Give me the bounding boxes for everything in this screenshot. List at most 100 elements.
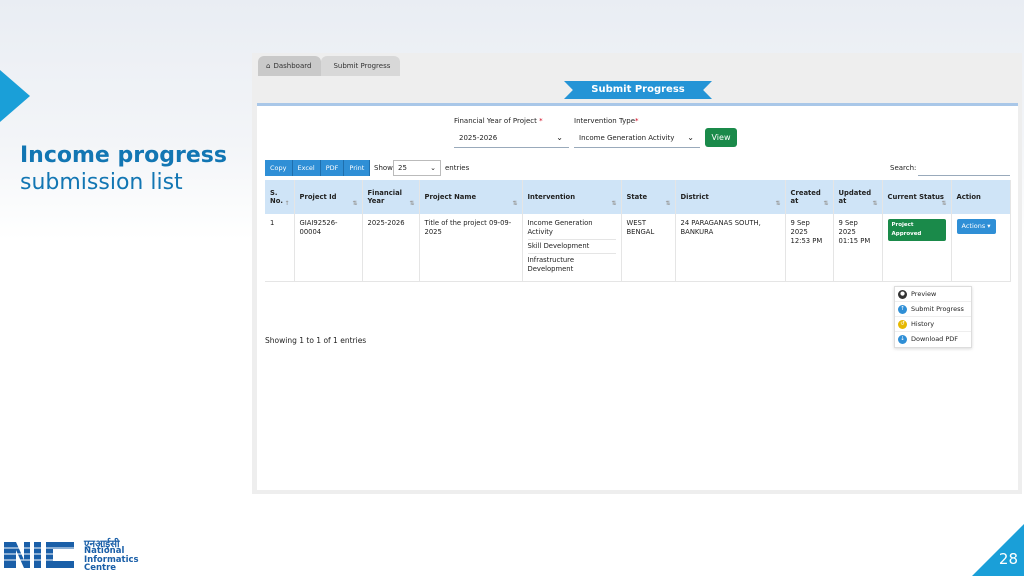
download-icon: ↓ [898,335,907,344]
status-badge: Project Approved [887,219,946,241]
intervention-item: Infrastructure Development [527,256,575,273]
fy-select[interactable]: 2025-2026 ⌄ [454,128,569,148]
cell-created-at: 9 Sep 2025 12:53 PM [785,214,834,282]
search-label: Search: [890,164,917,172]
menu-item-label: Download PDF [911,335,959,343]
page-heading: Submit Progress [564,81,712,99]
sort-icon: ⇅ [409,200,415,207]
breadcrumb-dashboard[interactable]: ⌂ Dashboard [258,56,322,76]
slide-title-light: submission list [20,170,183,195]
chevron-down-icon: ⌄ [430,164,436,172]
column-header-label: State [626,193,648,201]
column-header-label: District [680,193,709,201]
intervention-label-text: Intervention Type [574,117,636,125]
show-label: Show [374,164,393,172]
chevron-down-icon: ⌄ [556,133,563,142]
entries-label: entries [445,164,470,172]
intervention-select-value: Income Generation Activity [579,134,675,142]
cell-updated-at: 9 Sep 2025 01:15 PM [833,214,883,282]
table-row: 1 GIAI92526-00004 2025-2026 Title of the… [265,214,1011,282]
actions-menu: ● Preview ↑ Submit Progress ↺ History ↓ … [894,286,972,348]
sort-icon: ⇅ [823,200,829,207]
actions-dropdown-button[interactable]: Actions ▾ [956,219,996,234]
menu-item-preview[interactable]: ● Preview [895,287,971,302]
column-header-label: Project Name [424,193,477,201]
column-header-financial-year[interactable]: Financial Year ⇅ [362,180,420,214]
excel-button[interactable]: Excel [292,160,321,176]
column-header-label: Intervention [527,193,576,201]
intervention-required-marker: * [635,117,639,125]
column-header-label: Project Id [299,193,337,201]
menu-item-download-pdf[interactable]: ↓ Download PDF [895,332,971,347]
history-icon: ↺ [898,319,907,329]
menu-item-label: History [911,319,935,328]
column-header-label: S. No. [270,189,283,205]
slide-title: Income progress submission list [20,142,240,196]
home-icon: ⌂ [266,62,271,70]
column-header-label: Created at [790,189,821,205]
sort-icon: ⇅ [512,200,518,207]
column-header-state[interactable]: State ⇅ [621,180,676,214]
intervention-item: Skill Development [527,240,616,254]
intervention-label: Intervention Type* [574,117,639,125]
eye-icon: ● [898,289,907,299]
fy-select-value: 2025-2026 [459,134,498,142]
column-header-district[interactable]: District ⇅ [675,180,786,214]
cell-action: Actions ▾ [951,214,1011,282]
breadcrumb-submit-progress[interactable]: Submit Progress [321,56,401,76]
cell-sno: 1 [265,214,295,282]
cell-status: Project Approved [882,214,952,282]
intervention-item: Income Generation Activity [527,217,616,240]
nic-logo-mark [4,542,76,568]
fy-required-marker: * [539,117,543,125]
sort-icon: ⇅ [872,200,878,207]
content-panel: Financial Year of Project * 2025-2026 ⌄ … [257,103,1018,490]
nic-logo-line3: Centre [84,563,117,573]
nic-logo: एनआईसी National Informatics Centre [4,536,139,572]
column-header-created-at[interactable]: Created at ⇅ [785,180,834,214]
column-header-action: Action [951,180,1011,214]
column-header-label: Updated at [838,189,872,205]
sort-icon: ⇅ [611,200,617,207]
menu-item-submit-progress[interactable]: ↑ Submit Progress [895,302,971,317]
sort-icon: ⇅ [352,200,358,207]
fy-label-text: Financial Year of Project [454,117,537,125]
column-header-label: Action [956,193,981,201]
pdf-button[interactable]: PDF [320,160,345,176]
cell-financial-year: 2025-2026 [362,214,420,282]
copy-button[interactable]: Copy [265,160,293,176]
menu-item-history[interactable]: ↺ History [895,317,971,332]
column-header-updated-at[interactable]: Updated at ⇅ [833,180,883,214]
sort-icon: ⇅ [665,200,671,207]
search-input[interactable] [918,160,1010,176]
upload-icon: ↑ [898,304,907,314]
cell-state: WEST BENGAL [621,214,676,282]
column-header-project-id[interactable]: Project Id ⇅ [294,180,363,214]
breadcrumb: ⌂ Dashboard Submit Progress [258,56,401,76]
cell-district: 24 PARAGANAS SOUTH, BANKURA [675,214,786,282]
column-header-current-status[interactable]: Current Status ⇅ [882,180,952,214]
table-header-row: S. No. ↑ Project Id ⇅ Financial Year ⇅ Proj… [265,180,1011,214]
sort-icon: ↑ [284,200,290,207]
column-header-sno[interactable]: S. No. ↑ [265,180,295,214]
cell-intervention: Income Generation Activity Skill Develop… [522,214,622,282]
breadcrumb-dashboard-label: Dashboard [273,62,312,70]
page-length-select[interactable]: 25 ⌄ [393,160,441,176]
nic-logo-english: National Informatics Centre [84,547,139,573]
column-header-project-name[interactable]: Project Name ⇅ [419,180,523,214]
app-screenshot: ⌂ Dashboard Submit Progress Submit Progre… [252,53,1022,494]
view-button[interactable]: View [705,128,737,147]
fy-label: Financial Year of Project * [454,117,543,125]
projects-table: S. No. ↑ Project Id ⇅ Financial Year ⇅ Proj… [265,180,1011,282]
menu-item-label: Preview [911,289,937,298]
sort-icon: ⇅ [775,200,781,207]
print-button[interactable]: Print [344,160,371,176]
page-number: 28 [998,550,1018,568]
column-header-intervention[interactable]: Intervention ⇅ [522,180,622,214]
menu-item-label: Submit Progress [911,304,964,313]
intervention-select[interactable]: Income Generation Activity ⌄ [574,128,700,148]
column-header-label: Financial Year [367,189,403,205]
sort-icon: ⇅ [941,200,947,207]
column-header-label: Current Status [887,193,944,201]
chevron-down-icon: ⌄ [687,133,694,142]
